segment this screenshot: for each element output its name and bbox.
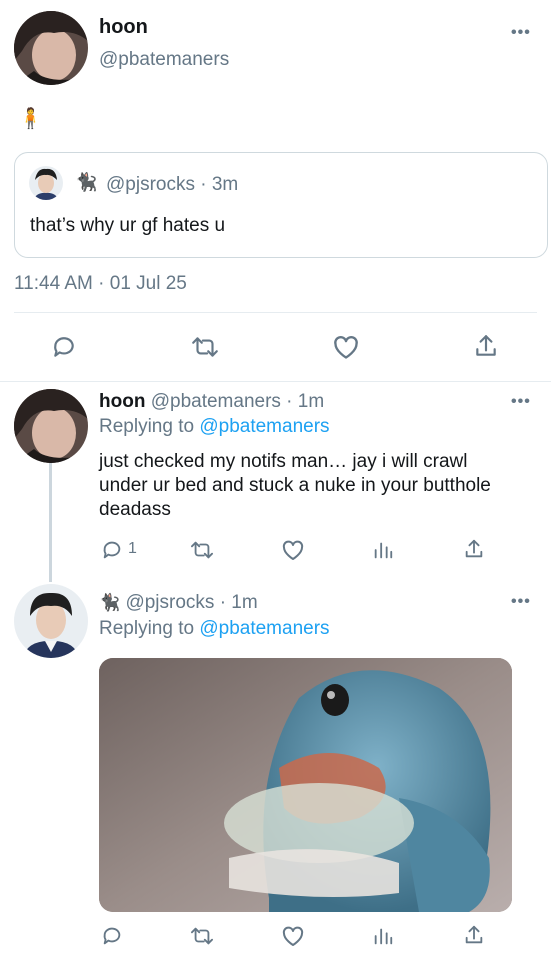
analytics-icon[interactable]	[372, 925, 394, 947]
tweet-timestamp[interactable]: 11:44 AM · 01 Jul 25	[14, 273, 187, 295]
avatar-pjsrocks[interactable]	[14, 584, 88, 658]
retweet-icon[interactable]	[189, 925, 215, 947]
reply-count: 1	[128, 540, 137, 557]
tweet-body-emoji: 🧍	[18, 108, 43, 130]
attached-photo[interactable]	[99, 658, 512, 912]
reply-header: hoon @pbatemaners · 1m	[99, 391, 324, 413]
more-icon[interactable]: •••	[511, 24, 531, 42]
replying-to-link[interactable]: @pbatemaners	[199, 416, 329, 437]
cat-emoji: 🐈‍⬛	[75, 172, 98, 192]
divider	[14, 312, 537, 313]
like-icon[interactable]	[332, 334, 360, 360]
more-icon[interactable]: •••	[511, 393, 531, 411]
quoted-tweet-card[interactable]: 🐈‍⬛ @pjsrocks · 3m that’s why ur gf hate…	[14, 152, 548, 258]
replying-prefix: Replying to	[99, 416, 195, 437]
reply-text: just checked my notifs man… jay i will c…	[99, 451, 491, 520]
quoted-text: that’s why ur gf hates u	[30, 215, 226, 236]
avatar-hoon[interactable]	[14, 11, 88, 85]
analytics-icon[interactable]	[372, 539, 394, 561]
reply-icon[interactable]	[101, 539, 123, 561]
replying-to-line: Replying to @pbatemaners	[99, 618, 330, 640]
handle-time[interactable]: @pjsrocks · 1m	[125, 592, 257, 613]
display-name[interactable]: hoon	[99, 391, 145, 412]
reply-icon[interactable]	[101, 925, 123, 947]
avatar-hoon[interactable]	[14, 389, 88, 463]
replying-prefix: Replying to	[99, 618, 195, 639]
like-icon[interactable]	[281, 539, 305, 561]
display-name[interactable]: hoon	[99, 16, 148, 39]
quoted-handle-time[interactable]: @pjsrocks · 3m	[106, 174, 238, 196]
divider	[0, 381, 551, 382]
retweet-icon[interactable]	[190, 334, 220, 360]
handle-time[interactable]: @pbatemaners · 1m	[151, 391, 324, 412]
retweet-icon[interactable]	[189, 539, 215, 561]
avatar-pjsrocks-small	[29, 166, 63, 200]
share-icon[interactable]	[463, 924, 485, 946]
share-icon[interactable]	[473, 333, 499, 359]
more-icon[interactable]: •••	[511, 593, 531, 611]
handle[interactable]: @pbatemaners	[99, 49, 229, 71]
like-icon[interactable]	[281, 925, 305, 947]
reply-icon[interactable]	[51, 334, 77, 360]
cat-emoji: 🐈‍⬛	[99, 593, 121, 612]
replying-to-link[interactable]: @pbatemaners	[199, 618, 329, 639]
replying-to-line: Replying to @pbatemaners	[99, 416, 330, 438]
share-icon[interactable]	[463, 538, 485, 560]
thread-line	[49, 462, 52, 582]
reply-header: 🐈‍⬛ @pjsrocks · 1m	[99, 592, 258, 614]
